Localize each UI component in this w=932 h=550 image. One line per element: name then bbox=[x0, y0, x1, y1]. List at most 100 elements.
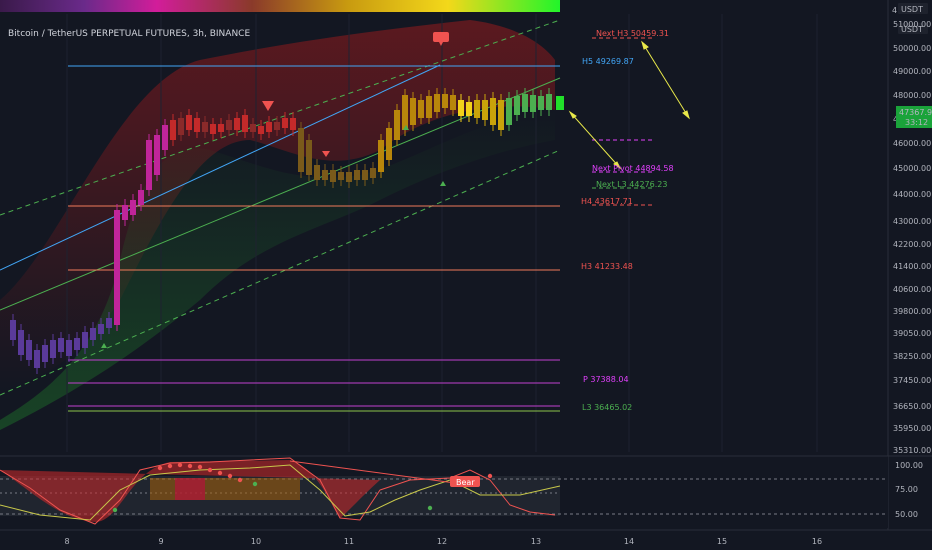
time-tick: 11 bbox=[344, 537, 354, 546]
candle-body bbox=[298, 128, 304, 172]
candle-body bbox=[250, 124, 256, 132]
time-tick: 8 bbox=[64, 537, 69, 546]
price-tick: 35310.00 bbox=[893, 446, 931, 455]
time-tick: 12 bbox=[437, 537, 447, 546]
osc-orange-block bbox=[150, 478, 300, 500]
heatmap-bar bbox=[0, 0, 560, 12]
price-tick: 42200.00 bbox=[893, 240, 931, 249]
candle-body bbox=[106, 318, 112, 328]
candle-body bbox=[290, 118, 296, 130]
candle-body bbox=[234, 118, 240, 130]
candle-body bbox=[66, 340, 72, 356]
candle-body bbox=[10, 320, 16, 340]
candle-body bbox=[34, 350, 40, 368]
osc-dot bbox=[217, 470, 223, 476]
osc-dot bbox=[187, 463, 193, 469]
osc-dot bbox=[197, 464, 203, 470]
price-tick: 51000.00 bbox=[893, 20, 931, 29]
signal-flag bbox=[433, 32, 449, 42]
level-label-next-pivot: Next Pivot 44894.58 bbox=[592, 164, 674, 173]
candle-body bbox=[426, 96, 432, 118]
time-tick: 14 bbox=[624, 537, 634, 546]
price-tick: 35950.00 bbox=[893, 424, 931, 433]
candle-body bbox=[474, 100, 480, 118]
candle-body bbox=[498, 100, 504, 130]
osc-dot bbox=[207, 467, 213, 473]
osc-crimson-block bbox=[175, 478, 205, 500]
price-tick: 44000.00 bbox=[893, 190, 931, 199]
candle-body bbox=[378, 140, 384, 172]
candle-body bbox=[386, 128, 392, 160]
candle-body bbox=[506, 98, 512, 125]
price-tick: 39050.00 bbox=[893, 329, 931, 338]
price-tick: 37450.00 bbox=[893, 376, 931, 385]
candle-body bbox=[410, 98, 416, 125]
price-tick: 45000.00 bbox=[893, 164, 931, 173]
candle-body bbox=[314, 165, 320, 180]
price-tick: 38250.00 bbox=[893, 352, 931, 361]
symbol-title[interactable]: Bitcoin / TetherUS PERPETUAL FUTURES, 3h… bbox=[8, 29, 250, 39]
candle-body bbox=[178, 118, 184, 135]
candle-body bbox=[274, 122, 280, 130]
level-label-h5: H5 49269.87 bbox=[582, 57, 634, 66]
level-label-p: P 37388.04 bbox=[583, 375, 629, 384]
osc-dot bbox=[427, 505, 433, 511]
candle-body bbox=[402, 95, 408, 130]
candle-body bbox=[74, 338, 80, 350]
osc-dot bbox=[487, 473, 493, 479]
time-tick: 15 bbox=[717, 537, 727, 546]
candle-body bbox=[530, 95, 536, 112]
candle-body bbox=[362, 170, 368, 180]
last-price: 47367.90 bbox=[899, 108, 932, 117]
candle-body bbox=[98, 324, 104, 334]
candle-body bbox=[330, 170, 336, 182]
candle-body bbox=[442, 94, 448, 108]
time-axis[interactable] bbox=[0, 530, 932, 550]
price-chart[interactable]: Next H3 50459.31 H5 49269.87 Next Pivot … bbox=[0, 0, 932, 550]
candle-body bbox=[242, 115, 248, 132]
candle-body bbox=[482, 100, 488, 120]
osc-dot bbox=[167, 463, 173, 469]
candle-body bbox=[546, 94, 552, 110]
candle-body bbox=[258, 126, 264, 134]
price-tick: 40600.00 bbox=[893, 285, 931, 294]
candle-body bbox=[58, 338, 64, 352]
candle-body bbox=[226, 120, 232, 130]
candle-body bbox=[522, 94, 528, 112]
candle-body bbox=[210, 124, 216, 134]
price-tick: 39800.00 bbox=[893, 307, 931, 316]
osc-dot bbox=[157, 465, 163, 471]
candle-body bbox=[146, 140, 152, 190]
osc-tick-100: 100.00 bbox=[895, 461, 923, 470]
candle-body bbox=[170, 120, 176, 140]
candle-body bbox=[122, 205, 128, 220]
osc-dot bbox=[237, 477, 243, 483]
candle-body bbox=[514, 96, 520, 115]
candle-body-current bbox=[556, 96, 564, 110]
candle-body bbox=[394, 110, 400, 140]
buy-arrow-icon-3 bbox=[440, 181, 446, 186]
candle-body bbox=[162, 125, 168, 150]
bar-countdown: 33:12 bbox=[905, 118, 928, 127]
candle-body bbox=[354, 170, 360, 180]
level-label-next-h3: Next H3 50459.31 bbox=[596, 29, 669, 38]
candle-body bbox=[458, 100, 464, 116]
candle-body bbox=[138, 190, 144, 205]
candle-body bbox=[154, 135, 160, 175]
candle-body bbox=[114, 210, 120, 325]
time-tick: 13 bbox=[531, 537, 541, 546]
candle-body bbox=[202, 122, 208, 132]
price-tick: 49000.00 bbox=[893, 67, 931, 76]
currency-label: USDT bbox=[901, 5, 923, 14]
price-axis-top-label: 4 bbox=[892, 6, 897, 15]
level-label-l3: L3 36465.02 bbox=[582, 403, 632, 412]
candle-body bbox=[50, 340, 56, 358]
candle-body bbox=[322, 170, 328, 180]
time-tick: 16 bbox=[812, 537, 822, 546]
level-label-h4: H4 43617.71 bbox=[581, 197, 633, 206]
osc-dot bbox=[112, 507, 118, 513]
candle-body bbox=[418, 100, 424, 118]
candle-body bbox=[266, 122, 272, 132]
level-label-next-l3: Next L3 44276.23 bbox=[596, 180, 667, 189]
candle-body bbox=[82, 332, 88, 348]
